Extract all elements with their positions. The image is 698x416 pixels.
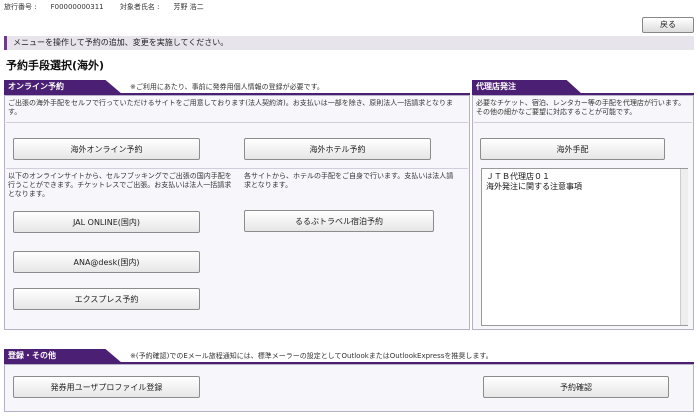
user-profile-registration-button[interactable]: 発券用ユーザプロファイル登録 — [13, 376, 200, 398]
notes-scrollbar[interactable] — [680, 169, 688, 325]
travel-no-label: 旅行番号 : — [4, 3, 37, 11]
online-desc: ご出張の海外手配をセルフで行っていただけるサイトをご用意しております(法人契約済… — [8, 99, 453, 116]
express-reservation-button[interactable]: エクスプレス予約 — [13, 288, 200, 310]
divider — [474, 122, 692, 123]
ana-desk-button[interactable]: ANA@desk(国内) — [13, 251, 200, 273]
online-header-note: ※ご利用にあたり、事前に発券用個人情報の登録が必要です。 — [130, 83, 324, 91]
hotel-desc: 各サイトから、ホテルの手配をご自身で行います。支払いは法人請求となります。 — [244, 172, 454, 189]
traveler-label: 対象者氏名 : — [119, 3, 160, 11]
notes-line-1: ＪＴＢ代理店０１ — [486, 172, 550, 181]
overseas-online-button[interactable]: 海外オンライン予約 — [13, 138, 200, 160]
rurubu-hotel-button[interactable]: るるぶトラベル宿泊予約 — [244, 210, 434, 232]
divider — [6, 122, 468, 123]
overseas-hotel-button[interactable]: 海外ホテル予約 — [244, 138, 431, 160]
travel-no: F00000000311 — [50, 3, 104, 11]
agency-desc: 必要なチケット、宿泊、レンタカー等の手配を代理店が行います。その他の細かなご要望… — [476, 99, 686, 116]
registration-section-header: 登録・その他 — [4, 349, 122, 363]
back-button[interactable]: 戻る — [642, 17, 694, 33]
domestic-desc: 以下のオンラインサイトから、セルフブッキングでご出張の国内手配を行うことができま… — [8, 172, 232, 198]
instruction-message: メニューを操作して予約の追加、変更を実施してください。 — [4, 36, 694, 50]
divider — [6, 168, 468, 169]
online-section-header: オンライン予約 — [4, 80, 122, 94]
jal-online-button[interactable]: JAL ONLINE(国内) — [13, 211, 200, 233]
page-title: 予約手段選択(海外) — [6, 59, 105, 72]
traveler-name: 芳野 浩二 — [173, 3, 204, 11]
agency-notes-textarea[interactable]: ＪＴＢ代理店０１ 海外発注に関する注意事項 — [481, 168, 688, 326]
reservation-confirm-button[interactable]: 予約確認 — [483, 376, 669, 398]
overseas-arrangement-button[interactable]: 海外手配 — [480, 138, 665, 160]
notes-line-2: 海外発注に関する注意事項 — [486, 182, 582, 191]
travel-info: 旅行番号 : F00000000311 対象者氏名 : 芳野 浩二 — [4, 2, 218, 12]
agency-section-header: 代理店発注 — [472, 80, 582, 94]
registration-header-note: ※(予約確認)でのEメール旅程通知には、標準メーラーの設定としてOutlookま… — [130, 352, 493, 360]
